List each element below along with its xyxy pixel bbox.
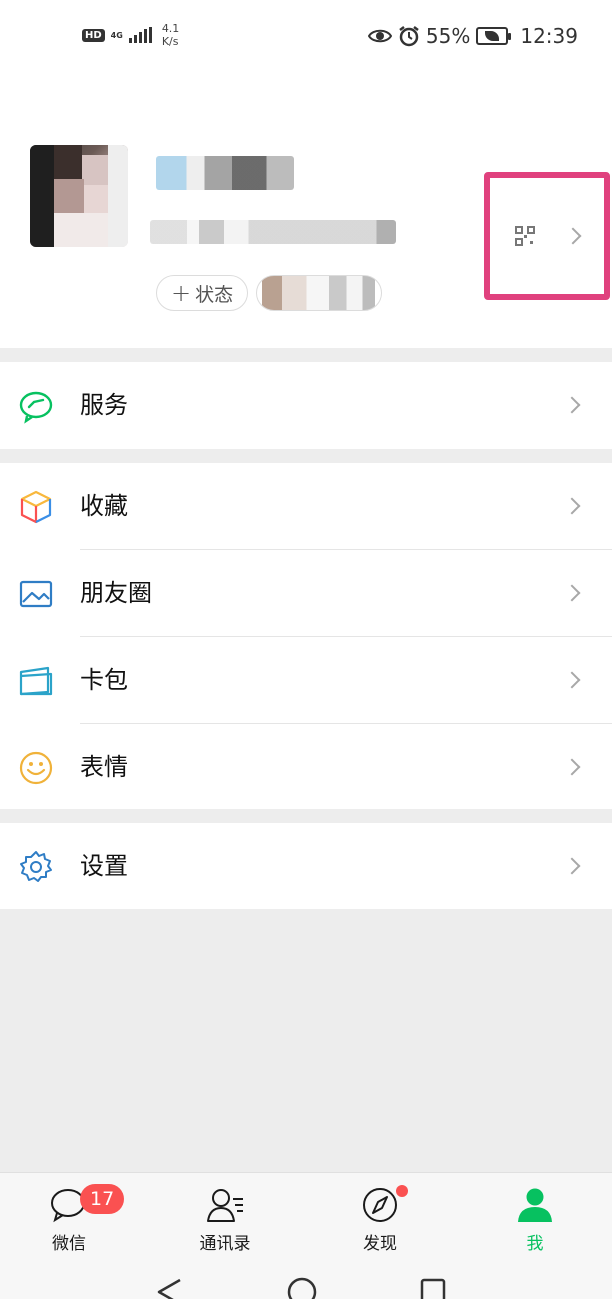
alarm-icon [399,26,419,47]
avatar[interactable] [30,145,128,247]
menu-label: 朋友圈 [80,579,152,607]
menu-label: 服务 [80,391,128,419]
status-right: 55% 12:39 [367,24,578,48]
status-label: 状态 [195,283,234,306]
battery-icon [476,27,512,45]
status-left: HD 4G 4.1 K/s [82,22,179,48]
tab-contacts[interactable]: 通讯录 [190,1173,260,1257]
qr-code-icon [515,226,535,246]
bottom-tab-bar: 微信 17 通讯录 发现 我 [0,1172,612,1256]
menu-group-main: 收藏 朋友圈 卡包 表情 [0,463,612,809]
friend-status-chip[interactable] [256,275,382,311]
plus-icon: + [171,279,192,307]
chevron-right-icon [563,671,581,689]
contacts-icon [207,1189,243,1222]
recents-icon[interactable] [420,1278,446,1299]
menu-item-moments[interactable]: 朋友圈 [0,550,612,637]
menu-item-stickers[interactable]: 表情 [0,724,612,811]
menu-label: 表情 [80,753,128,781]
cards-icon [19,666,53,696]
status-bar: HD 4G 4.1 K/s 55% 12:39 [0,0,612,72]
profile-header[interactable]: + 状态 [0,72,612,348]
menu-label: 卡包 [80,666,128,694]
smiley-icon [19,751,53,785]
menu-label: 收藏 [80,492,128,520]
compass-icon [363,1188,397,1222]
back-icon[interactable] [156,1278,182,1299]
moments-icon [19,580,53,608]
home-icon[interactable] [286,1276,318,1299]
chevron-right-icon [563,396,581,414]
menu-item-services[interactable]: 服务 [0,362,612,449]
nickname-redacted [156,156,294,190]
hd-indicator: HD [82,28,105,42]
tab-label: 发现 [363,1234,397,1254]
menu-group-settings: 设置 [0,823,612,909]
tab-me[interactable]: 我 [505,1173,565,1257]
menu-item-settings[interactable]: 设置 [0,823,612,910]
menu-label: 设置 [80,852,128,880]
signal-strength-icon [128,27,152,43]
chevron-right-icon [563,758,581,776]
menu-group-services: 服务 [0,362,612,449]
qr-code-entry[interactable] [484,172,610,300]
wechat-id-redacted [150,220,396,244]
menu-item-favorites[interactable]: 收藏 [0,463,612,550]
tab-label: 微信 [52,1234,86,1254]
eye-icon [367,29,392,43]
favorites-icon [20,490,52,524]
menu-item-cards[interactable]: 卡包 [0,637,612,724]
person-icon [518,1188,552,1222]
add-status-button[interactable]: + 状态 [156,275,249,311]
tab-label: 我 [526,1234,544,1254]
services-icon [19,391,53,424]
chevron-right-icon [563,584,581,602]
tab-label: 通讯录 [199,1234,251,1254]
battery-percent: 55% [425,24,471,48]
gear-icon [20,851,52,882]
unread-badge: 17 [80,1184,125,1214]
network-type: 4G [110,30,123,40]
chevron-right-icon [563,497,581,515]
chevron-right-icon [563,857,581,875]
clock: 12:39 [520,24,578,48]
chevron-right-icon [564,227,582,245]
network-speed: 4.1 K/s [161,22,180,48]
notification-dot [396,1185,408,1197]
system-navigation-bar [0,1256,612,1299]
